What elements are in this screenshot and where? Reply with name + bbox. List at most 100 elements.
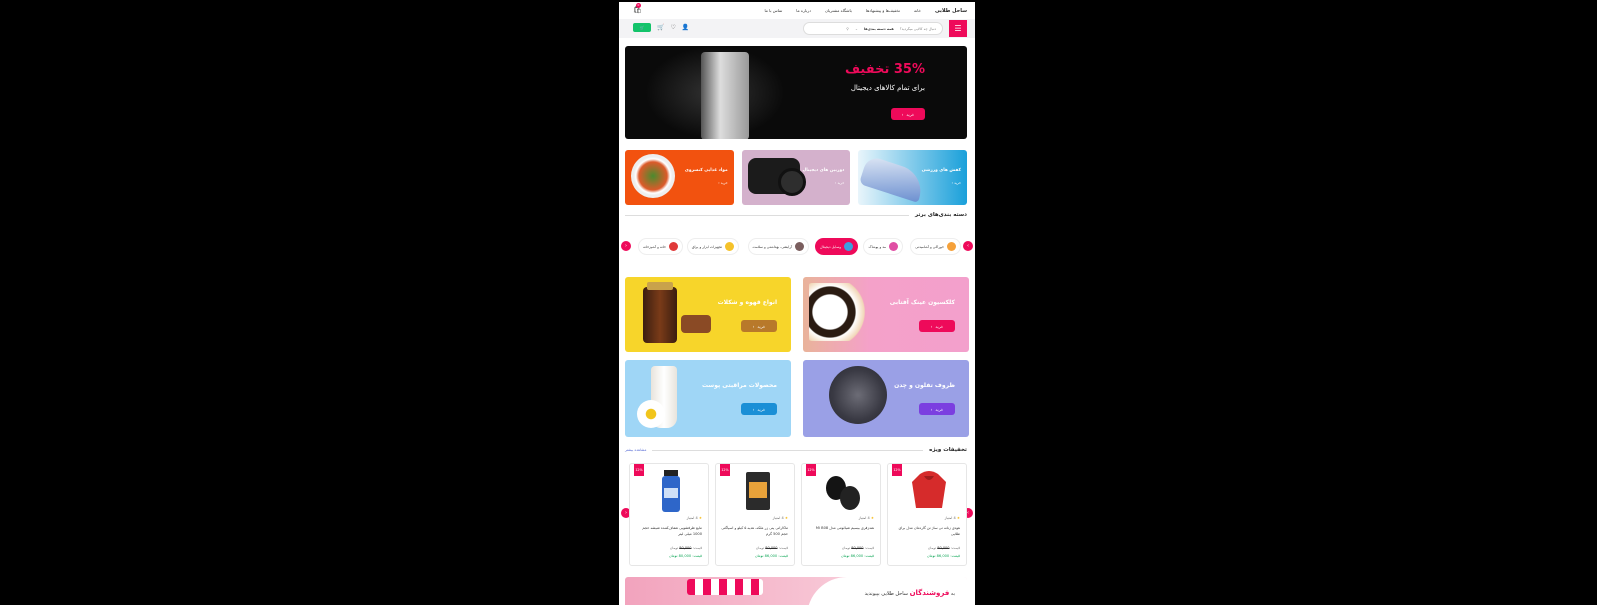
product-card[interactable]: 12% ★ 4 امتیاز هندزفری بیسیم شیائومی مدل… bbox=[801, 463, 881, 566]
coffee-jar-image bbox=[643, 282, 677, 343]
pasta-image bbox=[746, 472, 770, 510]
divider bbox=[625, 214, 909, 216]
promo-title: انواع قهوه و شکلات bbox=[717, 299, 777, 306]
tile-canned-food[interactable]: مواد غذایی کنسروی خرید ‹ bbox=[625, 150, 734, 205]
salad-image bbox=[631, 154, 675, 198]
promo-skincare[interactable]: محصولات مراقبتی پوست خرید ‹ bbox=[625, 360, 791, 437]
promo-buy-button[interactable]: خرید ‹ bbox=[919, 320, 955, 332]
old-price: قیمت: 80,000 تومان bbox=[841, 546, 874, 550]
pan-image bbox=[829, 366, 887, 424]
discount-badge: 12% bbox=[634, 464, 644, 476]
category-pill-active[interactable]: وسایل دیجیتال bbox=[815, 238, 858, 255]
tile-sport-shoes[interactable]: کفش های ورزشی خرید ‹ bbox=[858, 150, 968, 205]
tile-title: دوربین های دیجیتال bbox=[802, 168, 845, 173]
category-pill[interactable]: خوراکی و آشامیدنی bbox=[910, 238, 961, 255]
cart-button[interactable]: 🛒 bbox=[633, 23, 651, 32]
carousel-prev-arrow[interactable]: ‹ bbox=[621, 241, 631, 251]
old-price: قیمت: 80,000 تومان bbox=[927, 546, 960, 550]
divider bbox=[652, 449, 924, 451]
product-card[interactable]: 12% ★ 4 امتیاز هودی زنانه تی ساژ تن گارد… bbox=[887, 463, 967, 566]
chocolate-image bbox=[681, 315, 711, 333]
promo-buy-button[interactable]: خرید ‹ bbox=[741, 403, 777, 415]
hamburger-menu-button[interactable]: ☰ bbox=[949, 20, 967, 37]
heart-icon[interactable]: ♡ bbox=[670, 24, 675, 31]
shop-awning-image bbox=[687, 579, 763, 595]
promo-buy-button[interactable]: خرید ‹ bbox=[741, 320, 777, 332]
hero-buy-button[interactable]: خرید ‹ bbox=[891, 108, 925, 120]
rating: ★ 4 امتیاز bbox=[944, 516, 960, 520]
product-name[interactable]: مایع ظرفشویی شفاف‌کننده شیشه حجم 1000 می… bbox=[634, 525, 702, 537]
top-nav: ساحل طلایی خانه تخفیف‌ها و پیشنهادها باش… bbox=[619, 2, 975, 19]
discount-badge: 12% bbox=[720, 464, 730, 476]
search-category-select[interactable]: همه دسته بندی‌ها bbox=[864, 27, 894, 31]
product-name[interactable]: هودی زنانه تی ساژ تن گاردمان مدل برای طل… bbox=[892, 525, 960, 537]
section-title: دسته بندی‌های برتر bbox=[914, 212, 967, 218]
carousel-next-arrow[interactable]: › bbox=[963, 241, 973, 251]
nav-club[interactable]: باشگاه مشتریان bbox=[825, 8, 852, 13]
product-card[interactable]: 12% ★ 4 امتیاز ماکارانی پنی زر ملکه، هدی… bbox=[715, 463, 795, 566]
hero-subtitle: برای تمام کالاهای دیجیتال bbox=[850, 84, 925, 92]
new-price: قیمت: 86,000 تومان bbox=[754, 554, 788, 558]
promo-coffee[interactable]: انواع قهوه و شکلات خرید ‹ bbox=[625, 277, 791, 352]
search-icon[interactable]: ⚲ bbox=[846, 27, 849, 31]
new-price: قیمت: 80,000 تومان bbox=[668, 554, 702, 558]
category-pill[interactable]: آرایشی، بهداشتی و سلامت bbox=[747, 238, 809, 255]
tile-buy-link[interactable]: خرید ‹ bbox=[718, 181, 727, 185]
nav-home[interactable]: خانه bbox=[914, 8, 921, 13]
category-pill[interactable]: تجهیزات ابزار و یراق bbox=[686, 238, 739, 255]
sellers-banner-text: به فروشندگان ساحل طلایی بپیوندید bbox=[864, 589, 955, 597]
discount-badge: 12% bbox=[892, 464, 902, 476]
tile-title: کفش های ورزشی bbox=[921, 168, 962, 173]
shoe-image bbox=[859, 155, 928, 203]
earbuds-image bbox=[826, 476, 860, 510]
home-kitchen-icon bbox=[669, 242, 678, 251]
rating: ★ 4 امتیاز bbox=[772, 516, 788, 520]
nav-contact[interactable]: تماس با ما bbox=[765, 8, 783, 13]
laptop-icon bbox=[844, 242, 853, 251]
chevron-down-icon: ⌄ bbox=[855, 26, 858, 31]
nav-about[interactable]: درباره ما bbox=[796, 8, 811, 13]
category-pill[interactable]: مد و پوشاک bbox=[863, 238, 903, 255]
promo-title: کلکسیون عینک آفتابی bbox=[889, 299, 955, 306]
search-input[interactable]: دنبال چه کالایی میگردید؟ همه دسته بندی‌ه… bbox=[803, 22, 943, 35]
user-icon[interactable]: 👤 bbox=[682, 24, 689, 31]
tile-buy-link[interactable]: خرید ‹ bbox=[952, 181, 961, 185]
shopping-bag-icon[interactable]: 🛍 0 bbox=[633, 3, 642, 14]
header-actions: 🛒 🛒 ♡ 👤 bbox=[633, 23, 689, 32]
tile-cameras[interactable]: دوربین های دیجیتال خرید ‹ bbox=[741, 150, 851, 205]
product-card[interactable]: 12% ★ 4 امتیاز مایع ظرفشویی شفاف‌کننده ش… bbox=[629, 463, 709, 566]
new-price: قیمت: 86,000 تومان bbox=[840, 554, 874, 558]
product-name[interactable]: ماکارانی پنی زر ملکه، هدیه ۵ کیلو و اسپا… bbox=[720, 525, 788, 537]
old-price: قیمت: 80,000 تومان bbox=[755, 546, 788, 550]
category-tiles: مواد غذایی کنسروی خرید ‹ دوربین های دیجی… bbox=[625, 150, 968, 205]
tile-title: مواد غذایی کنسروی bbox=[684, 168, 728, 173]
cosmetics-icon bbox=[795, 242, 804, 251]
product-name[interactable]: هندزفری بیسیم شیائومی مدل Mi B08 bbox=[806, 525, 874, 531]
speaker-image bbox=[701, 52, 749, 139]
category-carousel: › خوراکی و آشامیدنی مد و پوشاک وسایل دیج… bbox=[619, 238, 975, 256]
food-icon bbox=[947, 242, 956, 251]
shop-page: ساحل طلایی خانه تخفیف‌ها و پیشنهادها باش… bbox=[619, 2, 975, 605]
section-title: تخفیفات ویژه bbox=[929, 447, 967, 453]
cart-count-badge: 0 bbox=[636, 3, 641, 8]
discount-badge: 12% bbox=[806, 464, 816, 476]
hero-title: 35% تخفیف bbox=[844, 62, 925, 77]
top-categories-header: دسته بندی‌های برتر bbox=[625, 212, 967, 218]
clothing-icon bbox=[889, 242, 898, 251]
rating: ★ 4 امتیاز bbox=[686, 516, 702, 520]
category-pill[interactable]: خانه و آشپزخانه bbox=[638, 238, 683, 255]
promo-title: محصولات مراقبتی پوست bbox=[701, 382, 777, 389]
sunglasses-image bbox=[809, 283, 879, 341]
hero-banner[interactable]: 35% تخفیف برای تمام کالاهای دیجیتال خرید… bbox=[625, 46, 967, 139]
sellers-banner[interactable]: به فروشندگان ساحل طلایی بپیوندید bbox=[625, 577, 967, 605]
promo-sunglasses[interactable]: کلکسیون عینک آفتابی خرید ‹ bbox=[803, 277, 969, 352]
see-more-link[interactable]: مشاهده بیشتر bbox=[625, 448, 646, 452]
tile-buy-link[interactable]: خرید ‹ bbox=[835, 181, 844, 185]
site-logo[interactable]: ساحل طلایی bbox=[935, 8, 967, 14]
spray-bottle-image bbox=[662, 470, 680, 512]
promo-cookware[interactable]: ظروف تفلون و چدن خرید ‹ bbox=[803, 360, 969, 437]
camera-image bbox=[747, 158, 806, 196]
cart-icon[interactable]: 🛒 bbox=[657, 24, 664, 31]
promo-buy-button[interactable]: خرید ‹ bbox=[919, 403, 955, 415]
nav-offers[interactable]: تخفیف‌ها و پیشنهادها bbox=[866, 8, 900, 13]
